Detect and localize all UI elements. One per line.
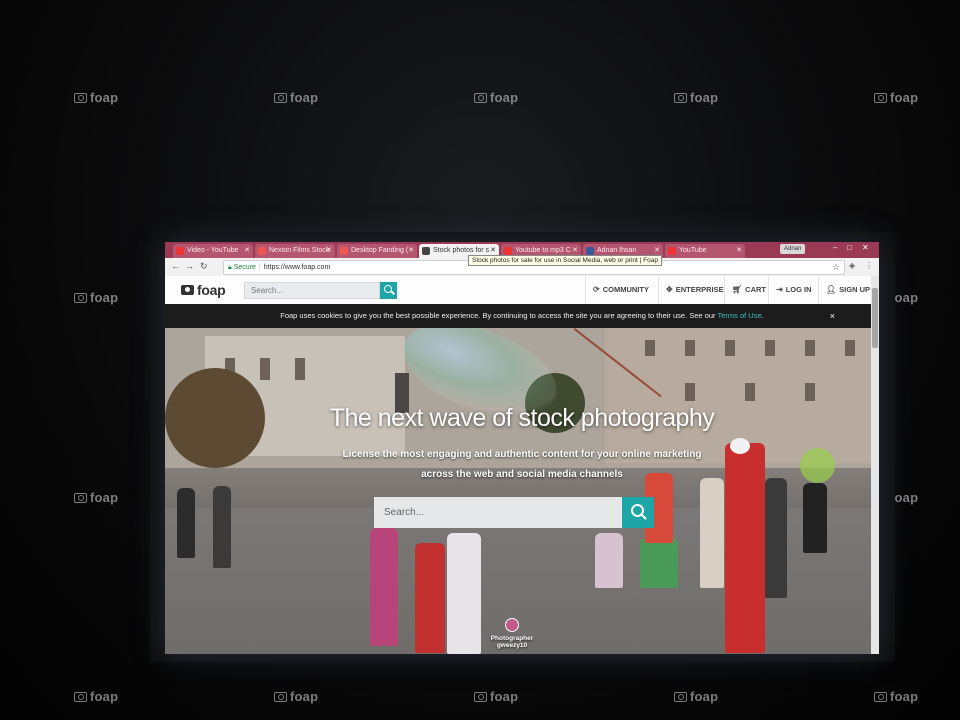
maximize-icon[interactable]: □	[847, 243, 852, 252]
camera-icon	[274, 92, 287, 103]
child-pink	[370, 528, 398, 646]
camera-icon	[74, 292, 87, 303]
back-arrow-icon[interactable]: ←	[171, 261, 180, 271]
nav-community[interactable]: ⟳ COMMUNITY	[585, 276, 658, 304]
child-red	[415, 543, 445, 653]
scrollbar-thumb[interactable]	[872, 288, 878, 348]
lock-icon: 🔒︎	[228, 264, 232, 271]
cookie-banner: Foap uses cookies to give you the best p…	[165, 304, 879, 328]
close-window-icon[interactable]: ✕	[862, 243, 869, 252]
camera-icon	[474, 92, 487, 103]
camera-icon	[74, 492, 87, 503]
cart-icon: 🛒︎	[732, 285, 743, 294]
watermark: foap	[674, 689, 718, 704]
tab-tooltip: Stock photos for sale for use in Social …	[468, 255, 662, 266]
camera-icon	[874, 92, 887, 103]
camera-icon	[274, 691, 287, 702]
camera-icon	[474, 691, 487, 702]
header-search-input[interactable]: Search...	[244, 282, 380, 299]
watermark: foap	[874, 689, 918, 704]
girl-white	[447, 533, 481, 654]
camera-icon	[674, 92, 687, 103]
nav-log-in[interactable]: ⇥ LOG IN	[768, 276, 818, 304]
enterprise-icon: ✥	[666, 285, 673, 294]
watermark: foap	[274, 90, 318, 105]
watermark: foap	[74, 290, 118, 305]
camera-icon	[181, 285, 194, 295]
watermark: foap	[874, 90, 918, 105]
foap-logo[interactable]: foap	[181, 282, 226, 298]
tab-favicon-icon	[504, 247, 512, 255]
header-search-button[interactable]	[380, 282, 397, 299]
hero-section: The next wave of stock photography Licen…	[165, 328, 879, 654]
watermark: foap	[74, 490, 118, 505]
tab-favicon-icon	[340, 247, 348, 255]
nav-enterprise[interactable]: ✥ ENTERPRISE	[658, 276, 724, 304]
photographer-credit[interactable]: Photographer gweezy10	[477, 618, 547, 649]
minimize-icon[interactable]: –	[833, 243, 837, 252]
tab-favicon-icon	[422, 247, 430, 255]
community-icon: ⟳	[593, 285, 600, 294]
url-text: https://www.foap.com	[263, 264, 331, 271]
site-header: foap Search... ⟳ COMMUNITY ✥ ENTERPRISE 🛒︎ CA…	[165, 276, 879, 305]
hero-subtitle-line1: License the most engaging and authentic …	[342, 449, 702, 460]
tab-favicon-icon	[258, 247, 266, 255]
close-cookie-icon[interactable]: ×	[830, 304, 835, 328]
camera-icon	[74, 92, 87, 103]
watermark: foap	[74, 689, 118, 704]
reload-icon[interactable]: ↻	[200, 261, 208, 272]
profile-button[interactable]: Adnan	[780, 244, 806, 254]
monitor-screen: Video - YouTube ✕ Nexton Films Stock ✕ Deskt…	[165, 242, 879, 654]
cookie-text: Foap uses cookies to give you the best p…	[280, 311, 716, 320]
forward-arrow-icon[interactable]: →	[185, 261, 194, 271]
terms-of-use-link[interactable]: Terms of Use	[717, 311, 761, 320]
hero-search-input[interactable]: Search...	[374, 497, 622, 528]
watermark: foap	[474, 90, 518, 105]
tab-favicon-icon	[586, 247, 594, 255]
watermark: foap	[674, 90, 718, 105]
tab-favicon-icon	[176, 247, 184, 255]
watermark: foap	[474, 689, 518, 704]
nav-cart[interactable]: 🛒︎ CART	[724, 276, 768, 304]
browser-tab[interactable]: Video - YouTube ✕	[173, 244, 253, 258]
camera-icon	[874, 691, 887, 702]
close-tab-icon[interactable]: ✕	[408, 244, 414, 258]
login-icon: ⇥	[776, 285, 783, 294]
camera-icon	[74, 691, 87, 702]
photographer-avatar	[505, 618, 519, 632]
hero-title: The next wave of stock photography	[329, 404, 715, 432]
browser-tab[interactable]: YouTube ✕	[665, 244, 745, 258]
watermark: foap	[274, 689, 318, 704]
close-tab-icon[interactable]: ✕	[326, 244, 332, 258]
watermark: foap	[74, 90, 118, 105]
hero-search-button[interactable]	[622, 497, 654, 528]
extension-icon[interactable]: ◈	[849, 261, 855, 270]
camera-icon	[674, 691, 687, 702]
close-tab-icon[interactable]: ✕	[736, 244, 742, 258]
bookmark-star-icon[interactable]: ☆	[832, 261, 840, 274]
tab-favicon-icon	[668, 247, 676, 255]
secure-label: Secure	[233, 264, 256, 271]
browser-tab[interactable]: Desktop Fanding (✕	[337, 244, 417, 258]
nav-sign-up[interactable]: 👤︎ SIGN UP	[818, 276, 879, 304]
browser-tab[interactable]: Nexton Films Stock ✕	[255, 244, 335, 258]
menu-dots-icon[interactable]: ⋮	[865, 261, 873, 270]
hero-subtitle-line2: across the web and social media channels	[421, 469, 623, 480]
close-tab-icon[interactable]: ✕	[244, 244, 250, 258]
page-scrollbar[interactable]	[871, 276, 879, 654]
signup-icon: 👤︎	[826, 285, 837, 294]
